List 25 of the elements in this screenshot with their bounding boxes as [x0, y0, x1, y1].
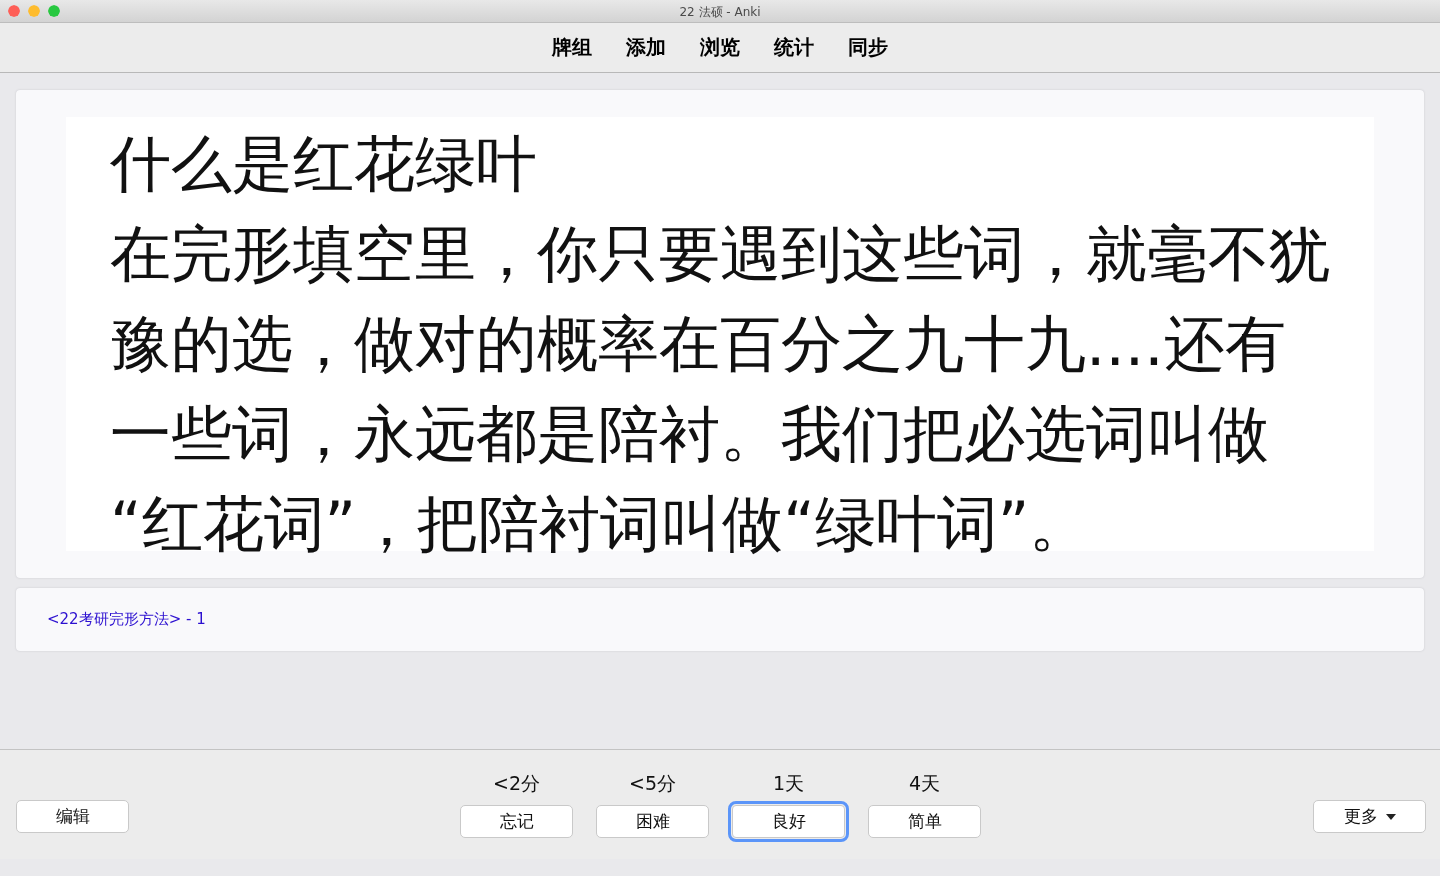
answer-button[interactable]: 简单 [868, 805, 981, 838]
answer-line: “红花词”，把陪衬词叫做“绿叶词”。 [110, 487, 1091, 561]
interval-label: 4天 [908, 771, 941, 796]
zoom-icon[interactable] [48, 5, 60, 17]
answer-button[interactable]: 困难 [596, 805, 709, 838]
answer-line: 一些词，永远都是陪衬。我们把必选词叫做 [110, 397, 1269, 471]
toolbar-link[interactable]: 同步 [834, 30, 902, 65]
toolbar-link[interactable]: 浏览 [686, 30, 754, 65]
edit-button[interactable]: 编辑 [16, 800, 129, 833]
close-icon[interactable] [8, 5, 20, 17]
deck-info-text: <22考研完形方法> - 1 [47, 610, 206, 629]
toolbar-link[interactable]: 统计 [760, 30, 828, 65]
answer-line: 豫的选，做对的概率在百分之九十九....还有 [110, 307, 1286, 381]
interval-label: <5分 [629, 771, 676, 796]
answer-line: 在完形填空里，你只要遇到这些词，就毫不犹 [110, 217, 1330, 291]
minimize-icon[interactable] [28, 5, 40, 17]
toolbar-link[interactable]: 添加 [612, 30, 680, 65]
caret-icon [1385, 813, 1396, 820]
interval-label: 1天 [772, 771, 805, 796]
toolbar-link[interactable]: 牌组 [538, 30, 606, 65]
answer-button[interactable]: 忘记 [460, 805, 573, 838]
question-text: 什么是红花绿叶 [110, 127, 537, 201]
more-button[interactable]: 更多 [1313, 800, 1426, 833]
interval-label: <2分 [493, 771, 540, 796]
window-title: 22 法硕 - Anki [679, 4, 761, 21]
